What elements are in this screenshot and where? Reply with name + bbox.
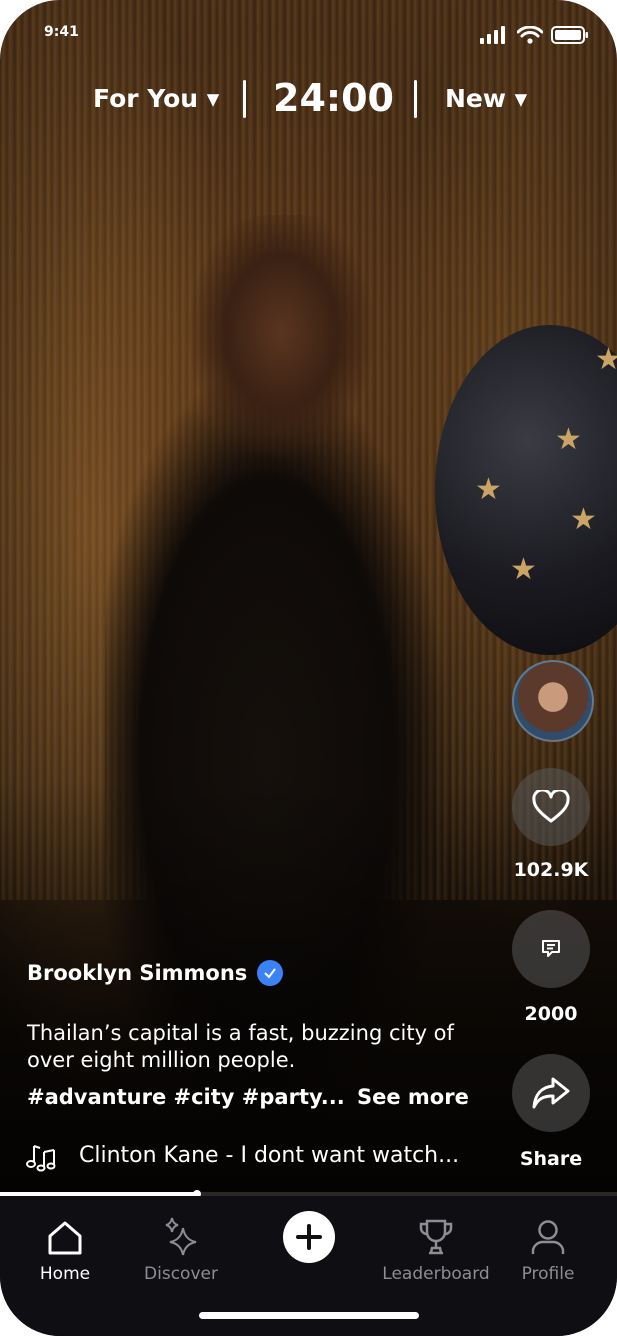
status-icons bbox=[479, 26, 589, 44]
nav-label: Leaderboard bbox=[382, 1264, 490, 1284]
star-icon: ★ bbox=[475, 472, 502, 507]
comment-button[interactable] bbox=[512, 910, 590, 988]
nav-discover[interactable]: Discover bbox=[126, 1214, 236, 1284]
nav-label: Discover bbox=[144, 1264, 218, 1284]
author-row[interactable]: Brooklyn Simmons bbox=[27, 960, 284, 986]
see-more-link[interactable]: See more bbox=[357, 1085, 469, 1109]
nav-profile[interactable]: Profile bbox=[493, 1214, 603, 1284]
star-icon: ★ bbox=[570, 502, 597, 537]
nav-label: Home bbox=[39, 1264, 91, 1284]
create-post-button[interactable] bbox=[283, 1211, 335, 1263]
comment-icon bbox=[542, 940, 560, 957]
star-icon: ★ bbox=[510, 552, 537, 587]
nav-label: Profile bbox=[521, 1264, 575, 1284]
tab-new[interactable]: New ▾ bbox=[445, 84, 527, 113]
wifi-icon bbox=[517, 26, 543, 44]
share-label[interactable]: Share bbox=[496, 1148, 606, 1170]
timer: 24:00 bbox=[273, 76, 394, 120]
like-count: 102.9K bbox=[513, 859, 589, 881]
tab-for-you[interactable]: For You ▾ bbox=[93, 84, 219, 113]
home-indicator bbox=[199, 1312, 419, 1319]
home-icon bbox=[10, 1214, 120, 1256]
hashtags[interactable]: #advanture #city #party... bbox=[27, 1085, 345, 1109]
divider bbox=[414, 80, 417, 118]
phone-screen: ★ ★ ★ ★ ★ 9:41 For You ▾ 24:00 New ▾ 102… bbox=[0, 0, 617, 1336]
comment-count: 2000 bbox=[524, 1003, 578, 1025]
feed-header: For You ▾ 24:00 New ▾ bbox=[0, 76, 617, 122]
share-button[interactable] bbox=[512, 1054, 590, 1132]
plus-icon bbox=[296, 1224, 322, 1250]
sparkles-icon bbox=[126, 1214, 236, 1256]
user-icon bbox=[493, 1214, 603, 1256]
heart-icon bbox=[532, 790, 570, 823]
creator-avatar[interactable] bbox=[512, 660, 594, 742]
post-caption: Thailan’s capital is a fast, buzzing cit… bbox=[27, 1021, 454, 1072]
signal-icon bbox=[480, 26, 505, 44]
music-track[interactable]: Clinton Kane - I dont want watch... bbox=[79, 1143, 459, 1168]
trophy-icon bbox=[381, 1214, 491, 1256]
verified-badge-icon bbox=[257, 960, 284, 986]
like-button[interactable] bbox=[512, 768, 590, 846]
share-icon bbox=[532, 1077, 570, 1109]
nav-home[interactable]: Home bbox=[10, 1214, 120, 1284]
author-name[interactable]: Brooklyn Simmons bbox=[27, 961, 247, 985]
star-icon: ★ bbox=[555, 422, 582, 457]
star-icon: ★ bbox=[595, 342, 617, 377]
status-time: 9:41 bbox=[44, 24, 79, 40]
caption-gradient bbox=[0, 780, 617, 1200]
nav-leaderboard[interactable]: Leaderboard bbox=[381, 1214, 491, 1284]
divider bbox=[243, 80, 246, 118]
music-note-icon bbox=[26, 1145, 56, 1172]
battery-icon bbox=[551, 26, 588, 44]
